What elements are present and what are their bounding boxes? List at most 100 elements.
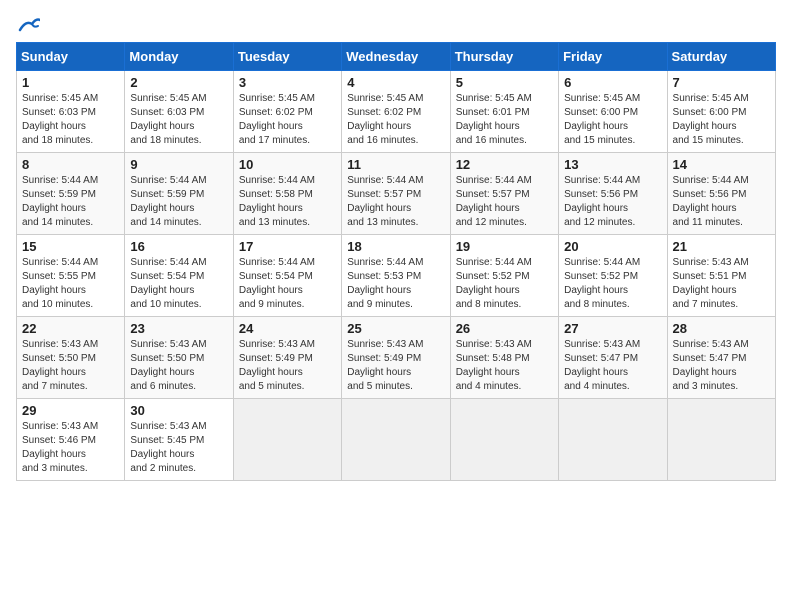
day-info: Sunrise: 5:45 AMSunset: 6:02 PMDaylight … — [239, 92, 336, 148]
calendar-header-friday: Friday — [559, 43, 667, 71]
day-number: 20 — [564, 239, 661, 254]
calendar-cell: 11Sunrise: 5:44 AMSunset: 5:57 PMDayligh… — [342, 153, 450, 235]
page-header — [16, 16, 776, 34]
day-number: 30 — [130, 403, 227, 418]
calendar-header-row: SundayMondayTuesdayWednesdayThursdayFrid… — [17, 43, 776, 71]
calendar-cell: 21 Sunrise: 5:43 AMSunset: 5:51 PMDayligh… — [667, 235, 775, 317]
day-number: 22 — [22, 321, 119, 336]
day-info: Sunrise: 5:43 AMSunset: 5:49 PMDaylight … — [239, 338, 336, 394]
day-info: Sunrise: 5:43 AMSunset: 5:50 PMDaylight … — [22, 338, 119, 394]
calendar-cell — [559, 399, 667, 481]
day-info: Sunrise: 5:44 AMSunset: 5:52 PMDaylight … — [564, 256, 661, 312]
day-info: Sunrise: 5:44 AMSunset: 5:52 PMDaylight … — [456, 256, 553, 312]
calendar-cell: 22 Sunrise: 5:43 AMSunset: 5:50 PMDayligh… — [17, 317, 125, 399]
day-info: Sunrise: 5:44 AMSunset: 5:54 PMDaylight … — [130, 256, 227, 312]
calendar-header-saturday: Saturday — [667, 43, 775, 71]
calendar-week-1: 1 Sunrise: 5:45 AMSunset: 6:03 PMDaylight… — [17, 71, 776, 153]
calendar-cell: 27 Sunrise: 5:43 AMSunset: 5:47 PMDayligh… — [559, 317, 667, 399]
calendar-cell: 16Sunrise: 5:44 AMSunset: 5:54 PMDayligh… — [125, 235, 233, 317]
day-number: 7 — [673, 75, 770, 90]
calendar-body: 1 Sunrise: 5:45 AMSunset: 6:03 PMDaylight… — [17, 71, 776, 481]
calendar-cell — [233, 399, 341, 481]
day-number: 12 — [456, 157, 553, 172]
day-number: 9 — [130, 157, 227, 172]
day-info: Sunrise: 5:45 AMSunset: 6:00 PMDaylight … — [564, 92, 661, 148]
calendar-cell: 12Sunrise: 5:44 AMSunset: 5:57 PMDayligh… — [450, 153, 558, 235]
day-info: Sunrise: 5:44 AMSunset: 5:56 PMDaylight … — [673, 174, 770, 230]
calendar-cell: 5Sunrise: 5:45 AMSunset: 6:01 PMDaylight… — [450, 71, 558, 153]
day-info: Sunrise: 5:44 AMSunset: 5:54 PMDaylight … — [239, 256, 336, 312]
day-number: 28 — [673, 321, 770, 336]
calendar-week-5: 29 Sunrise: 5:43 AMSunset: 5:46 PMDayligh… — [17, 399, 776, 481]
day-info: Sunrise: 5:45 AMSunset: 6:03 PMDaylight … — [130, 92, 227, 148]
day-info: Sunrise: 5:44 AMSunset: 5:55 PMDaylight … — [22, 256, 119, 312]
day-info: Sunrise: 5:43 AMSunset: 5:48 PMDaylight … — [456, 338, 553, 394]
calendar-cell: 2Sunrise: 5:45 AMSunset: 6:03 PMDaylight… — [125, 71, 233, 153]
calendar-cell: 19 Sunrise: 5:44 AMSunset: 5:52 PMDayligh… — [450, 235, 558, 317]
day-info: Sunrise: 5:43 AMSunset: 5:50 PMDaylight … — [130, 338, 227, 394]
calendar-cell: 25Sunrise: 5:43 AMSunset: 5:49 PMDayligh… — [342, 317, 450, 399]
day-info: Sunrise: 5:44 AMSunset: 5:59 PMDaylight … — [22, 174, 119, 230]
calendar-cell: 23 Sunrise: 5:43 AMSunset: 5:50 PMDayligh… — [125, 317, 233, 399]
day-number: 24 — [239, 321, 336, 336]
day-number: 25 — [347, 321, 444, 336]
calendar-cell: 3 Sunrise: 5:45 AMSunset: 6:02 PMDaylight… — [233, 71, 341, 153]
logo-bird-icon — [18, 16, 40, 34]
day-info: Sunrise: 5:43 AMSunset: 5:47 PMDaylight … — [673, 338, 770, 394]
day-info: Sunrise: 5:43 AMSunset: 5:45 PMDaylight … — [130, 420, 227, 476]
calendar-cell: 26 Sunrise: 5:43 AMSunset: 5:48 PMDayligh… — [450, 317, 558, 399]
day-number: 18 — [347, 239, 444, 254]
calendar-week-3: 15 Sunrise: 5:44 AMSunset: 5:55 PMDayligh… — [17, 235, 776, 317]
day-number: 14 — [673, 157, 770, 172]
day-number: 21 — [673, 239, 770, 254]
day-number: 13 — [564, 157, 661, 172]
day-number: 4 — [347, 75, 444, 90]
day-info: Sunrise: 5:45 AMSunset: 6:02 PMDaylight … — [347, 92, 444, 148]
calendar-cell: 30 Sunrise: 5:43 AMSunset: 5:45 PMDayligh… — [125, 399, 233, 481]
calendar-cell — [342, 399, 450, 481]
day-number: 1 — [22, 75, 119, 90]
calendar-cell: 4 Sunrise: 5:45 AMSunset: 6:02 PMDaylight… — [342, 71, 450, 153]
day-number: 11 — [347, 157, 444, 172]
day-number: 29 — [22, 403, 119, 418]
calendar-header-monday: Monday — [125, 43, 233, 71]
calendar-cell — [667, 399, 775, 481]
calendar-cell: 18 Sunrise: 5:44 AMSunset: 5:53 PMDayligh… — [342, 235, 450, 317]
day-info: Sunrise: 5:45 AMSunset: 6:03 PMDaylight … — [22, 92, 119, 148]
calendar-week-2: 8Sunrise: 5:44 AMSunset: 5:59 PMDaylight… — [17, 153, 776, 235]
calendar-cell: 9 Sunrise: 5:44 AMSunset: 5:59 PMDaylight… — [125, 153, 233, 235]
calendar-header-tuesday: Tuesday — [233, 43, 341, 71]
day-info: Sunrise: 5:43 AMSunset: 5:47 PMDaylight … — [564, 338, 661, 394]
day-info: Sunrise: 5:44 AMSunset: 5:59 PMDaylight … — [130, 174, 227, 230]
day-number: 23 — [130, 321, 227, 336]
calendar-cell: 28 Sunrise: 5:43 AMSunset: 5:47 PMDayligh… — [667, 317, 775, 399]
day-number: 27 — [564, 321, 661, 336]
calendar-cell: 14 Sunrise: 5:44 AMSunset: 5:56 PMDayligh… — [667, 153, 775, 235]
calendar-cell: 20 Sunrise: 5:44 AMSunset: 5:52 PMDayligh… — [559, 235, 667, 317]
calendar-cell: 10Sunrise: 5:44 AMSunset: 5:58 PMDayligh… — [233, 153, 341, 235]
day-number: 17 — [239, 239, 336, 254]
day-number: 26 — [456, 321, 553, 336]
day-number: 3 — [239, 75, 336, 90]
calendar-cell: 24 Sunrise: 5:43 AMSunset: 5:49 PMDayligh… — [233, 317, 341, 399]
calendar-header-sunday: Sunday — [17, 43, 125, 71]
day-number: 19 — [456, 239, 553, 254]
calendar-table: SundayMondayTuesdayWednesdayThursdayFrid… — [16, 42, 776, 481]
day-info: Sunrise: 5:43 AMSunset: 5:51 PMDaylight … — [673, 256, 770, 312]
calendar-cell: 8Sunrise: 5:44 AMSunset: 5:59 PMDaylight… — [17, 153, 125, 235]
day-info: Sunrise: 5:44 AMSunset: 5:53 PMDaylight … — [347, 256, 444, 312]
day-number: 15 — [22, 239, 119, 254]
calendar-header-wednesday: Wednesday — [342, 43, 450, 71]
day-info: Sunrise: 5:45 AMSunset: 6:00 PMDaylight … — [673, 92, 770, 148]
day-number: 10 — [239, 157, 336, 172]
calendar-cell: 1 Sunrise: 5:45 AMSunset: 6:03 PMDaylight… — [17, 71, 125, 153]
calendar-cell: 6 Sunrise: 5:45 AMSunset: 6:00 PMDaylight… — [559, 71, 667, 153]
calendar-cell — [450, 399, 558, 481]
day-info: Sunrise: 5:43 AMSunset: 5:46 PMDaylight … — [22, 420, 119, 476]
calendar-week-4: 22 Sunrise: 5:43 AMSunset: 5:50 PMDayligh… — [17, 317, 776, 399]
day-info: Sunrise: 5:44 AMSunset: 5:56 PMDaylight … — [564, 174, 661, 230]
calendar-cell: 7 Sunrise: 5:45 AMSunset: 6:00 PMDaylight… — [667, 71, 775, 153]
calendar-header-thursday: Thursday — [450, 43, 558, 71]
day-number: 6 — [564, 75, 661, 90]
calendar-cell: 29 Sunrise: 5:43 AMSunset: 5:46 PMDayligh… — [17, 399, 125, 481]
